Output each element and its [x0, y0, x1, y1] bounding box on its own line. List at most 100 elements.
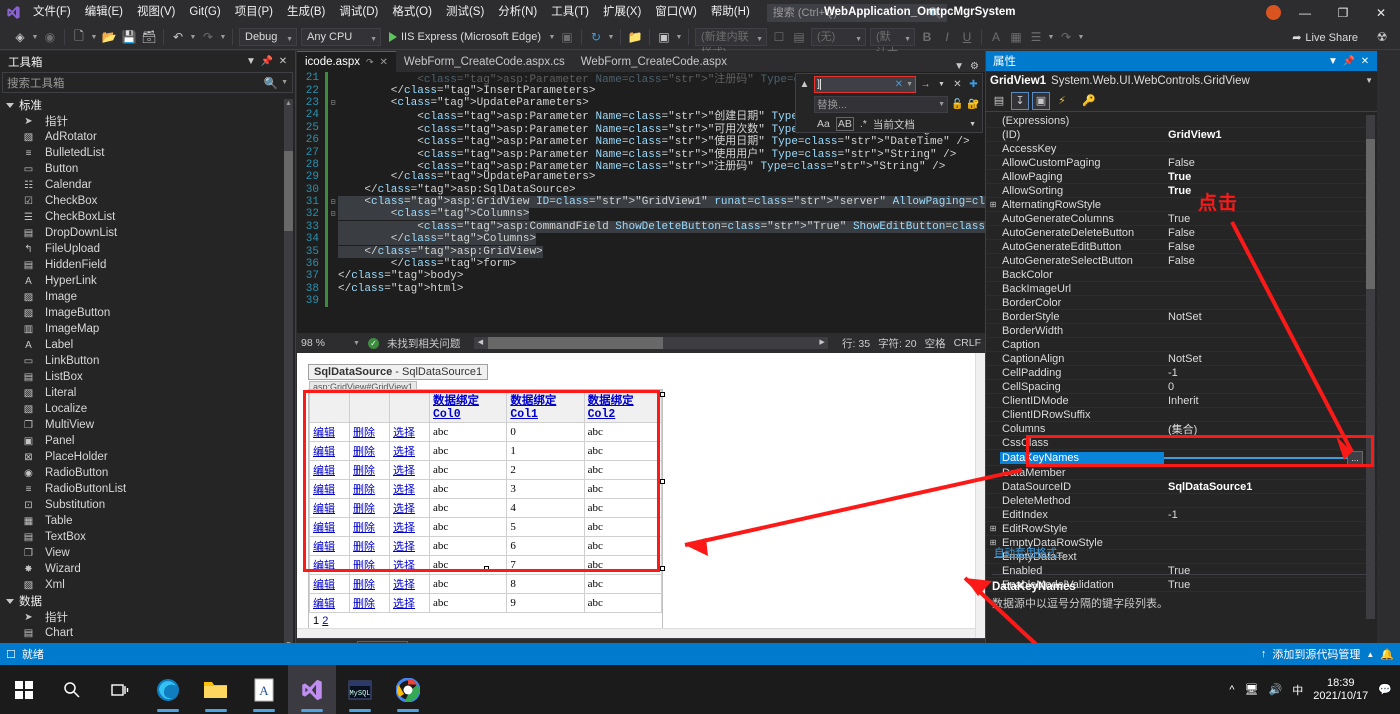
toolbox-item-checkboxlist[interactable]: ☰ CheckBoxList — [0, 209, 295, 225]
find-scope-select[interactable]: 当前文档 — [873, 117, 915, 132]
expand-icon[interactable]: ⊞ — [986, 200, 1000, 209]
align-caret-icon[interactable]: ▼ — [1046, 34, 1056, 41]
toolbox-item-linkbutton[interactable]: ▭ LinkButton — [0, 353, 295, 369]
designer-horizontal-scrollbar[interactable] — [297, 628, 975, 638]
find-replace-widget[interactable]: ▲ ] ✕ ▼ → ▼ ✕ ✚ 替换... ▼ 🔓 🔐 Aa AB .* 当前文… — [795, 73, 983, 133]
clock[interactable]: 18:39 2021/10/17 — [1313, 677, 1368, 703]
editor-hscroll-thumb[interactable] — [488, 337, 664, 349]
messages-icon[interactable]: 🔑 — [1080, 92, 1098, 110]
property-row-AllowPaging[interactable]: AllowPaging True — [986, 170, 1377, 184]
property-value[interactable]: False — [1164, 227, 1377, 239]
property-value[interactable]: True — [1164, 213, 1377, 225]
chevron-up-icon[interactable]: ▲ — [1366, 650, 1374, 659]
menu-item-view[interactable]: 视图(V) — [130, 0, 182, 25]
property-row-AutoGenerateEditButton[interactable]: AutoGenerateEditButton False — [986, 240, 1377, 254]
property-row-BackImageUrl[interactable]: BackImageUrl — [986, 282, 1377, 296]
code-line[interactable]: 38 </class="tag">html> — [297, 282, 985, 296]
expand-icon[interactable]: ⊞ — [986, 524, 1000, 533]
taskview-icon[interactable] — [96, 665, 144, 714]
gridview-command-select[interactable]: 选择 — [393, 522, 415, 534]
toolbox-item-radiobuttonlist[interactable]: ≡ RadioButtonList — [0, 481, 295, 497]
fold-icon[interactable]: ⊟ — [328, 98, 338, 108]
toolbox-item-localize[interactable]: ▧ Localize — [0, 401, 295, 417]
property-row-DataSourceID[interactable]: DataSourceID SqlDataSource1 — [986, 480, 1377, 494]
underline-button[interactable]: U — [957, 26, 977, 48]
toolbox-item-listbox[interactable]: ▤ ListBox — [0, 369, 295, 385]
minimize-button[interactable]: — — [1286, 0, 1324, 25]
save-all-icon[interactable]: 🗃 — [139, 26, 159, 48]
undo-icon[interactable]: ↶ — [168, 26, 188, 48]
resize-grip[interactable] — [660, 392, 665, 397]
notification-bell-icon[interactable]: 🔔 — [1380, 648, 1394, 661]
property-value[interactable]: False — [1164, 255, 1377, 267]
gridview-command-select[interactable]: 选择 — [393, 579, 415, 591]
toolbox-item-literal[interactable]: ▧ Literal — [0, 385, 295, 401]
add-to-source-control-label[interactable]: 添加到源代码管理 — [1272, 646, 1360, 662]
redo-icon[interactable]: ↷ — [198, 26, 218, 48]
code-line[interactable]: 35 </class="tag">asp:GridView> — [297, 245, 985, 258]
start-icon[interactable] — [0, 665, 48, 714]
gridview-command-edit[interactable]: 编辑 — [313, 560, 335, 572]
menu-item-help[interactable]: 帮助(H) — [704, 0, 757, 25]
properties-object-selector[interactable]: GridView1 System.Web.UI.WebControls.Grid… — [986, 71, 1377, 90]
background-color-icon[interactable]: ▦ — [1006, 26, 1026, 48]
visualstudio-icon[interactable] — [288, 665, 336, 714]
toolbox-item-view[interactable]: ❐ View — [0, 545, 295, 561]
gridview-table[interactable]: 数据绑定 Col0 数据绑定 Col1 数据绑定 Col2 编辑 删除 选择 abc 0 ab… — [309, 390, 663, 613]
menu-item-file[interactable]: 文件(F) — [26, 0, 78, 25]
redo-caret-icon[interactable]: ▼ — [218, 34, 228, 41]
hot-reload-icon[interactable]: ↻ — [586, 26, 606, 48]
edge-icon[interactable] — [144, 665, 192, 714]
gridview-command-edit[interactable]: 编辑 — [313, 541, 335, 553]
editor-zoom-level[interactable]: 98 % — [301, 337, 345, 349]
replace-one-icon[interactable]: 🔓 — [951, 99, 964, 110]
events-icon[interactable]: ⚡ — [1053, 92, 1071, 110]
property-value[interactable]: False — [1164, 241, 1377, 253]
property-row-ClientIDMode[interactable]: ClientIDMode Inherit — [986, 394, 1377, 408]
document-tab-icode.aspx[interactable]: icode.aspx ↷ ✕ — [297, 51, 396, 72]
toolbox-item-chart[interactable]: ▤ Chart — [0, 625, 295, 641]
start-debug-button[interactable]: IIS Express (Microsoft Edge) — [383, 31, 547, 43]
toolbox-item-指针[interactable]: ➤ 指针 — [0, 113, 295, 129]
property-value[interactable]: (集合) — [1164, 421, 1377, 437]
gridview-row[interactable]: 编辑 删除 选择 abc 1 abc — [309, 441, 663, 461]
property-row-CaptionAlign[interactable]: CaptionAlign NotSet — [986, 352, 1377, 366]
gridview-command-delete[interactable]: 删除 — [353, 560, 375, 572]
property-row-CellSpacing[interactable]: CellSpacing 0 — [986, 380, 1377, 394]
attach-icon[interactable]: ▣ — [557, 26, 577, 48]
toolbar-overflow-icon[interactable]: ▼ — [1076, 34, 1086, 41]
property-row-Caption[interactable]: Caption — [986, 338, 1377, 352]
gridview-control[interactable]: 数据绑定 Col0 数据绑定 Col1 数据绑定 Col2 编辑 删除 选择 abc 0 ab… — [308, 389, 663, 630]
gridview-command-edit[interactable]: 编辑 — [313, 598, 335, 610]
menu-item-extensions[interactable]: 扩展(X) — [596, 0, 648, 25]
gridview-header-cell[interactable]: 数据绑定 Col1 — [506, 390, 585, 423]
css-properties-icon[interactable]: ▤ — [789, 26, 809, 48]
properties-pin-icon[interactable]: 📌 — [1341, 56, 1357, 67]
zoom-chevron-icon[interactable]: ▼ — [353, 340, 360, 347]
gridview-command-select[interactable]: 选择 — [393, 427, 415, 439]
menu-item-analyze[interactable]: 分析(N) — [491, 0, 544, 25]
gridview-command-select[interactable]: 选择 — [393, 446, 415, 458]
code-line[interactable]: 32 ⊟ <class="tag">Columns> — [297, 208, 985, 221]
resize-grip[interactable] — [484, 566, 489, 571]
toolbox-group-标准[interactable]: 标准 — [0, 97, 295, 113]
open-file-icon[interactable]: 📂 — [99, 26, 119, 48]
gridview-command-edit[interactable]: 编辑 — [313, 579, 335, 591]
properties-dropdown-icon[interactable]: ▼ — [1325, 56, 1341, 67]
gridview-command-select[interactable]: 选择 — [393, 598, 415, 610]
property-value[interactable]: False — [1164, 157, 1377, 169]
code-line[interactable]: 29 </class="tag">UpdateParameters> — [297, 171, 985, 184]
find-input[interactable]: ] ✕ ▼ — [814, 75, 916, 93]
property-row-AutoGenerateDeleteButton[interactable]: AutoGenerateDeleteButton False — [986, 226, 1377, 240]
property-row-CellPadding[interactable]: CellPadding -1 — [986, 366, 1377, 380]
menu-item-build[interactable]: 生成(B) — [280, 0, 332, 25]
gridview-command-select[interactable]: 选择 — [393, 484, 415, 496]
toolbox-item-button[interactable]: ▭ Button — [0, 161, 295, 177]
close-button[interactable]: ✕ — [1362, 0, 1400, 25]
alphabetical-icon[interactable]: ↧ — [1011, 91, 1029, 110]
find-history-icon[interactable]: ▼ — [903, 81, 913, 88]
gridview-row[interactable]: 编辑 删除 选择 abc 9 abc — [309, 593, 663, 613]
font-size-select[interactable]: (默认大 ▼ — [870, 28, 915, 59]
build-configuration-select[interactable]: Debug ▼ — [239, 28, 297, 46]
gridview-command-edit[interactable]: 编辑 — [313, 465, 335, 477]
